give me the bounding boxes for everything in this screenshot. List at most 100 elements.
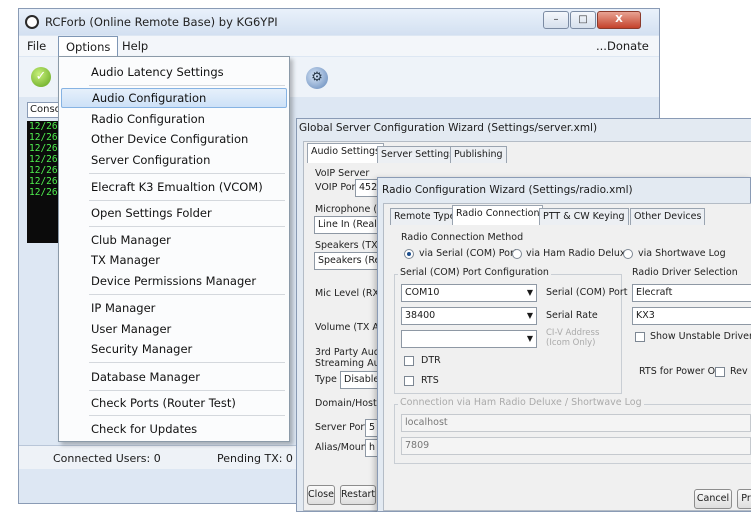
menu-file[interactable]: File <box>27 39 46 53</box>
menu-radio-configuration[interactable]: Radio Configuration <box>61 109 287 129</box>
mic-level-label: Mic Level (RX <box>315 288 379 299</box>
pending-tx-status: Pending TX: 0 <box>217 452 293 465</box>
minimize-button[interactable]: – <box>543 11 569 29</box>
serial-rate-select[interactable]: 38400 ▼ <box>401 307 537 325</box>
menu-audio-latency-settings[interactable]: Audio Latency Settings <box>61 62 287 82</box>
cancel-button[interactable]: Cancel <box>694 489 732 509</box>
domain-host-label: Domain/Host <box>315 398 377 409</box>
console-log: 12/26 12/26 12/26 12/26 12/26 12/26 12/2… <box>27 121 59 243</box>
tab-radio-connection[interactable]: Radio Connection <box>452 205 544 225</box>
window-title: RCForb (Online Remote Base) by KG6YPI <box>45 15 278 29</box>
tab-server-settings[interactable]: Server Settings <box>377 146 459 163</box>
menu-audio-configuration[interactable]: Audio Configuration <box>61 88 287 108</box>
check-icon[interactable]: ✓ <box>31 67 51 87</box>
chevron-down-icon: ▼ <box>526 334 533 343</box>
console-line: 12/26 <box>29 132 58 143</box>
menu-tx-manager[interactable]: TX Manager <box>61 250 287 270</box>
show-unstable-checkbox[interactable] <box>635 332 645 342</box>
radio-shortwave-log[interactable] <box>623 249 633 259</box>
menu-database-manager[interactable]: Database Manager <box>61 367 287 387</box>
menu-ip-manager[interactable]: IP Manager <box>61 298 287 318</box>
rev-label: Rev <box>730 366 748 377</box>
menu-separator <box>89 362 285 363</box>
port-input[interactable]: 7809 <box>401 437 751 455</box>
settings-icon[interactable]: ⚙ <box>306 67 328 89</box>
type-select[interactable]: Disable <box>340 371 380 389</box>
menu-separator <box>89 173 285 174</box>
menu-user-manager[interactable]: User Manager <box>61 319 287 339</box>
console-line: 12/26 <box>29 154 58 165</box>
voip-server-label: VoIP Server <box>315 168 370 179</box>
menu-device-permissions-manager[interactable]: Device Permissions Manager <box>61 271 287 291</box>
menu-security-manager[interactable]: Security Manager <box>61 339 287 359</box>
close-wizard-button[interactable]: Close <box>307 485 335 505</box>
civ-address-sublabel: (Icom Only) <box>546 338 596 348</box>
com-port-select[interactable]: COM10 ▼ <box>401 284 537 302</box>
radio-wizard-body: Remote Type Radio Connection PTT & CW Ke… <box>383 203 751 511</box>
voip-port-input[interactable]: 452 <box>355 179 379 197</box>
radio-serial-port[interactable] <box>404 249 414 259</box>
serial-rate-value: 38400 <box>405 310 436 321</box>
menu-donate[interactable]: ...Donate <box>596 39 649 53</box>
show-unstable-label: Show Unstable Drivers <box>650 331 751 342</box>
radio-wizard-window: Radio Configuration Wizard (Settings/rad… <box>377 177 751 512</box>
radio-swl-label: via Shortwave Log <box>638 248 726 259</box>
console-line: 12/26 <box>29 165 58 176</box>
menu-other-device-configuration[interactable]: Other Device Configuration <box>61 129 287 149</box>
voip-port-label: VOIP Port <box>315 182 360 193</box>
com-port-label: Serial (COM) Port <box>546 287 628 298</box>
dtr-checkbox[interactable] <box>404 356 414 366</box>
microphone-label: Microphone (R <box>315 204 384 215</box>
menu-options[interactable]: Options <box>58 36 119 58</box>
driver-model-select[interactable]: KX3 <box>632 307 751 325</box>
serial-rate-label: Serial Rate <box>546 310 598 321</box>
menu-club-manager[interactable]: Club Manager <box>61 230 287 250</box>
chevron-down-icon: ▼ <box>526 288 533 297</box>
rts-checkbox[interactable] <box>404 376 414 386</box>
radio-wizard-title: Radio Configuration Wizard (Settings/rad… <box>382 184 633 196</box>
console-line: 12/26 <box>29 187 58 198</box>
menu-check-ports[interactable]: Check Ports (Router Test) <box>61 393 287 413</box>
menu-separator <box>89 226 285 227</box>
title-bar: RCForb (Online Remote Base) by KG6YPI – … <box>19 9 659 35</box>
options-dropdown-menu: Audio Latency Settings Audio Configurati… <box>58 56 290 442</box>
menu-server-configuration[interactable]: Server Configuration <box>61 150 287 170</box>
rts-power-label: RTS for Power On <box>639 366 722 377</box>
menu-separator <box>89 294 285 295</box>
volume-label: Volume (TX A <box>315 322 379 333</box>
console-tab[interactable]: Conso <box>27 102 61 118</box>
rts-power-checkbox[interactable] <box>715 367 725 377</box>
console-line: 12/26 <box>29 176 58 187</box>
tab-other-devices[interactable]: Other Devices <box>630 208 706 225</box>
menu-bar: File Options Help ...Donate <box>19 36 659 58</box>
restart-button[interactable]: Restart <box>340 485 376 505</box>
host-input[interactable]: localhost <box>401 414 751 432</box>
server-wizard-title: Global Server Configuration Wizard (Sett… <box>299 122 598 134</box>
menu-separator <box>89 415 285 416</box>
close-button[interactable]: X <box>597 11 641 29</box>
driver-brand-select[interactable]: Elecraft <box>632 284 751 302</box>
radio-serial-label: via Serial (COM) Port <box>419 248 518 259</box>
menu-open-settings-folder[interactable]: Open Settings Folder <box>61 203 287 223</box>
com-port-value: COM10 <box>405 287 440 298</box>
hrd-group-label: Connection via Ham Radio Deluxe / Shortw… <box>398 397 644 408</box>
connected-users-status: Connected Users: 0 <box>53 452 161 465</box>
microphone-select[interactable]: Line In (Realtek <box>314 216 384 234</box>
dtr-label: DTR <box>421 355 441 366</box>
tab-remote-type[interactable]: Remote Type <box>390 208 460 225</box>
maximize-button[interactable]: □ <box>570 11 596 29</box>
radio-ham-radio-deluxe[interactable] <box>512 249 522 259</box>
menu-help[interactable]: Help <box>122 39 148 53</box>
menu-check-for-updates[interactable]: Check for Updates <box>61 419 287 439</box>
hrd-connection-group <box>394 404 751 464</box>
next-button[interactable]: Pr <box>737 489 751 509</box>
tab-publishing[interactable]: Publishing <box>450 146 507 163</box>
console-line: 12/26 <box>29 143 58 154</box>
speakers-select[interactable]: Speakers (Real <box>314 252 384 270</box>
menu-separator <box>89 390 285 391</box>
menu-elecraft-k3-emulation[interactable]: Elecraft K3 Emualtion (VCOM) <box>61 177 287 197</box>
tab-audio-settings[interactable]: Audio Settings <box>307 143 384 163</box>
app-icon <box>25 15 39 29</box>
tab-ptt-cw-keying[interactable]: PTT & CW Keying <box>539 208 629 225</box>
civ-address-select[interactable]: ▼ <box>401 330 537 348</box>
